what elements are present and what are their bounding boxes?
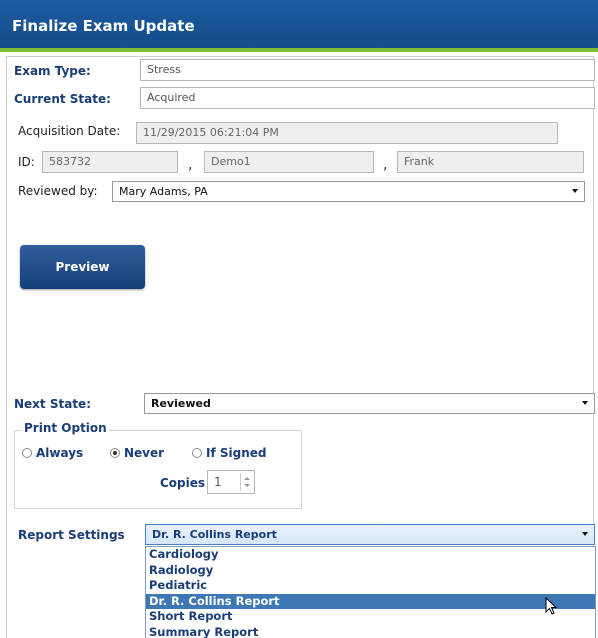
current-state-label: Current State:	[14, 92, 111, 106]
copies-value: 1	[214, 475, 222, 489]
chevron-up-icon[interactable]	[244, 477, 250, 480]
title-bar: Finalize Exam Update	[0, 0, 598, 52]
report-option[interactable]: Radiology	[146, 563, 595, 579]
title-accent-bar	[0, 48, 598, 52]
id-field[interactable]: 583732	[42, 151, 178, 173]
report-settings-dropdown: Cardiology Radiology Pediatric Dr. R. Co…	[145, 546, 596, 638]
next-state-value: Reviewed	[151, 397, 211, 410]
acquisition-date-label: Acquisition Date:	[18, 124, 121, 138]
chevron-down-icon	[572, 189, 578, 193]
name-separator: ,	[383, 157, 388, 173]
report-option-highlighted[interactable]: Dr. R. Collins Report	[146, 593, 595, 610]
copies-stepper[interactable]: 1	[207, 470, 255, 494]
print-never-radio[interactable]: Never	[110, 446, 164, 460]
copies-label: Copies	[160, 476, 206, 490]
last-name-field[interactable]: Demo1	[204, 151, 374, 173]
print-never-label: Never	[124, 446, 165, 460]
print-always-radio[interactable]: Always	[22, 446, 83, 460]
print-option-group	[14, 430, 302, 509]
reviewed-by-value: Mary Adams, PA	[119, 185, 208, 198]
dialog-title: Finalize Exam Update	[12, 17, 195, 35]
report-settings-select[interactable]: Dr. R. Collins Report	[145, 524, 595, 545]
exam-type-field[interactable]: Stress	[140, 59, 595, 81]
chevron-down-icon	[582, 532, 588, 536]
report-option[interactable]: Summary Report	[146, 625, 595, 638]
reviewed-by-select[interactable]: Mary Adams, PA	[112, 181, 585, 202]
acquisition-date-field[interactable]: 11/29/2015 06:21:04 PM	[136, 122, 558, 144]
id-label: ID:	[18, 155, 35, 169]
radio-circle-icon	[22, 448, 32, 458]
next-state-select[interactable]: Reviewed	[144, 393, 595, 414]
mouse-pointer-icon	[545, 597, 558, 615]
radio-circle-icon	[192, 448, 202, 458]
report-settings-label: Report Settings	[18, 528, 125, 542]
current-state-field[interactable]: Acquired	[140, 87, 595, 109]
next-state-label: Next State:	[14, 397, 91, 411]
chevron-down-icon[interactable]	[244, 484, 250, 487]
report-settings-value: Dr. R. Collins Report	[152, 528, 277, 541]
preview-button-label: Preview	[55, 260, 110, 274]
preview-button[interactable]: Preview	[20, 245, 145, 289]
report-option[interactable]: Cardiology	[146, 547, 595, 563]
print-if-signed-radio[interactable]: If Signed	[192, 446, 266, 460]
report-option[interactable]: Short Report	[146, 609, 595, 625]
first-name-field[interactable]: Frank	[397, 151, 584, 173]
print-option-legend: Print Option	[22, 421, 109, 435]
print-if-signed-label: If Signed	[206, 446, 267, 460]
stepper-buttons[interactable]	[240, 473, 252, 491]
id-separator: ,	[188, 157, 193, 173]
print-always-label: Always	[36, 446, 84, 460]
reviewed-by-label: Reviewed by:	[18, 184, 98, 198]
report-option[interactable]: Pediatric	[146, 578, 595, 594]
chevron-down-icon	[582, 401, 588, 405]
radio-checked-icon	[110, 448, 120, 458]
exam-type-label: Exam Type:	[14, 64, 91, 78]
